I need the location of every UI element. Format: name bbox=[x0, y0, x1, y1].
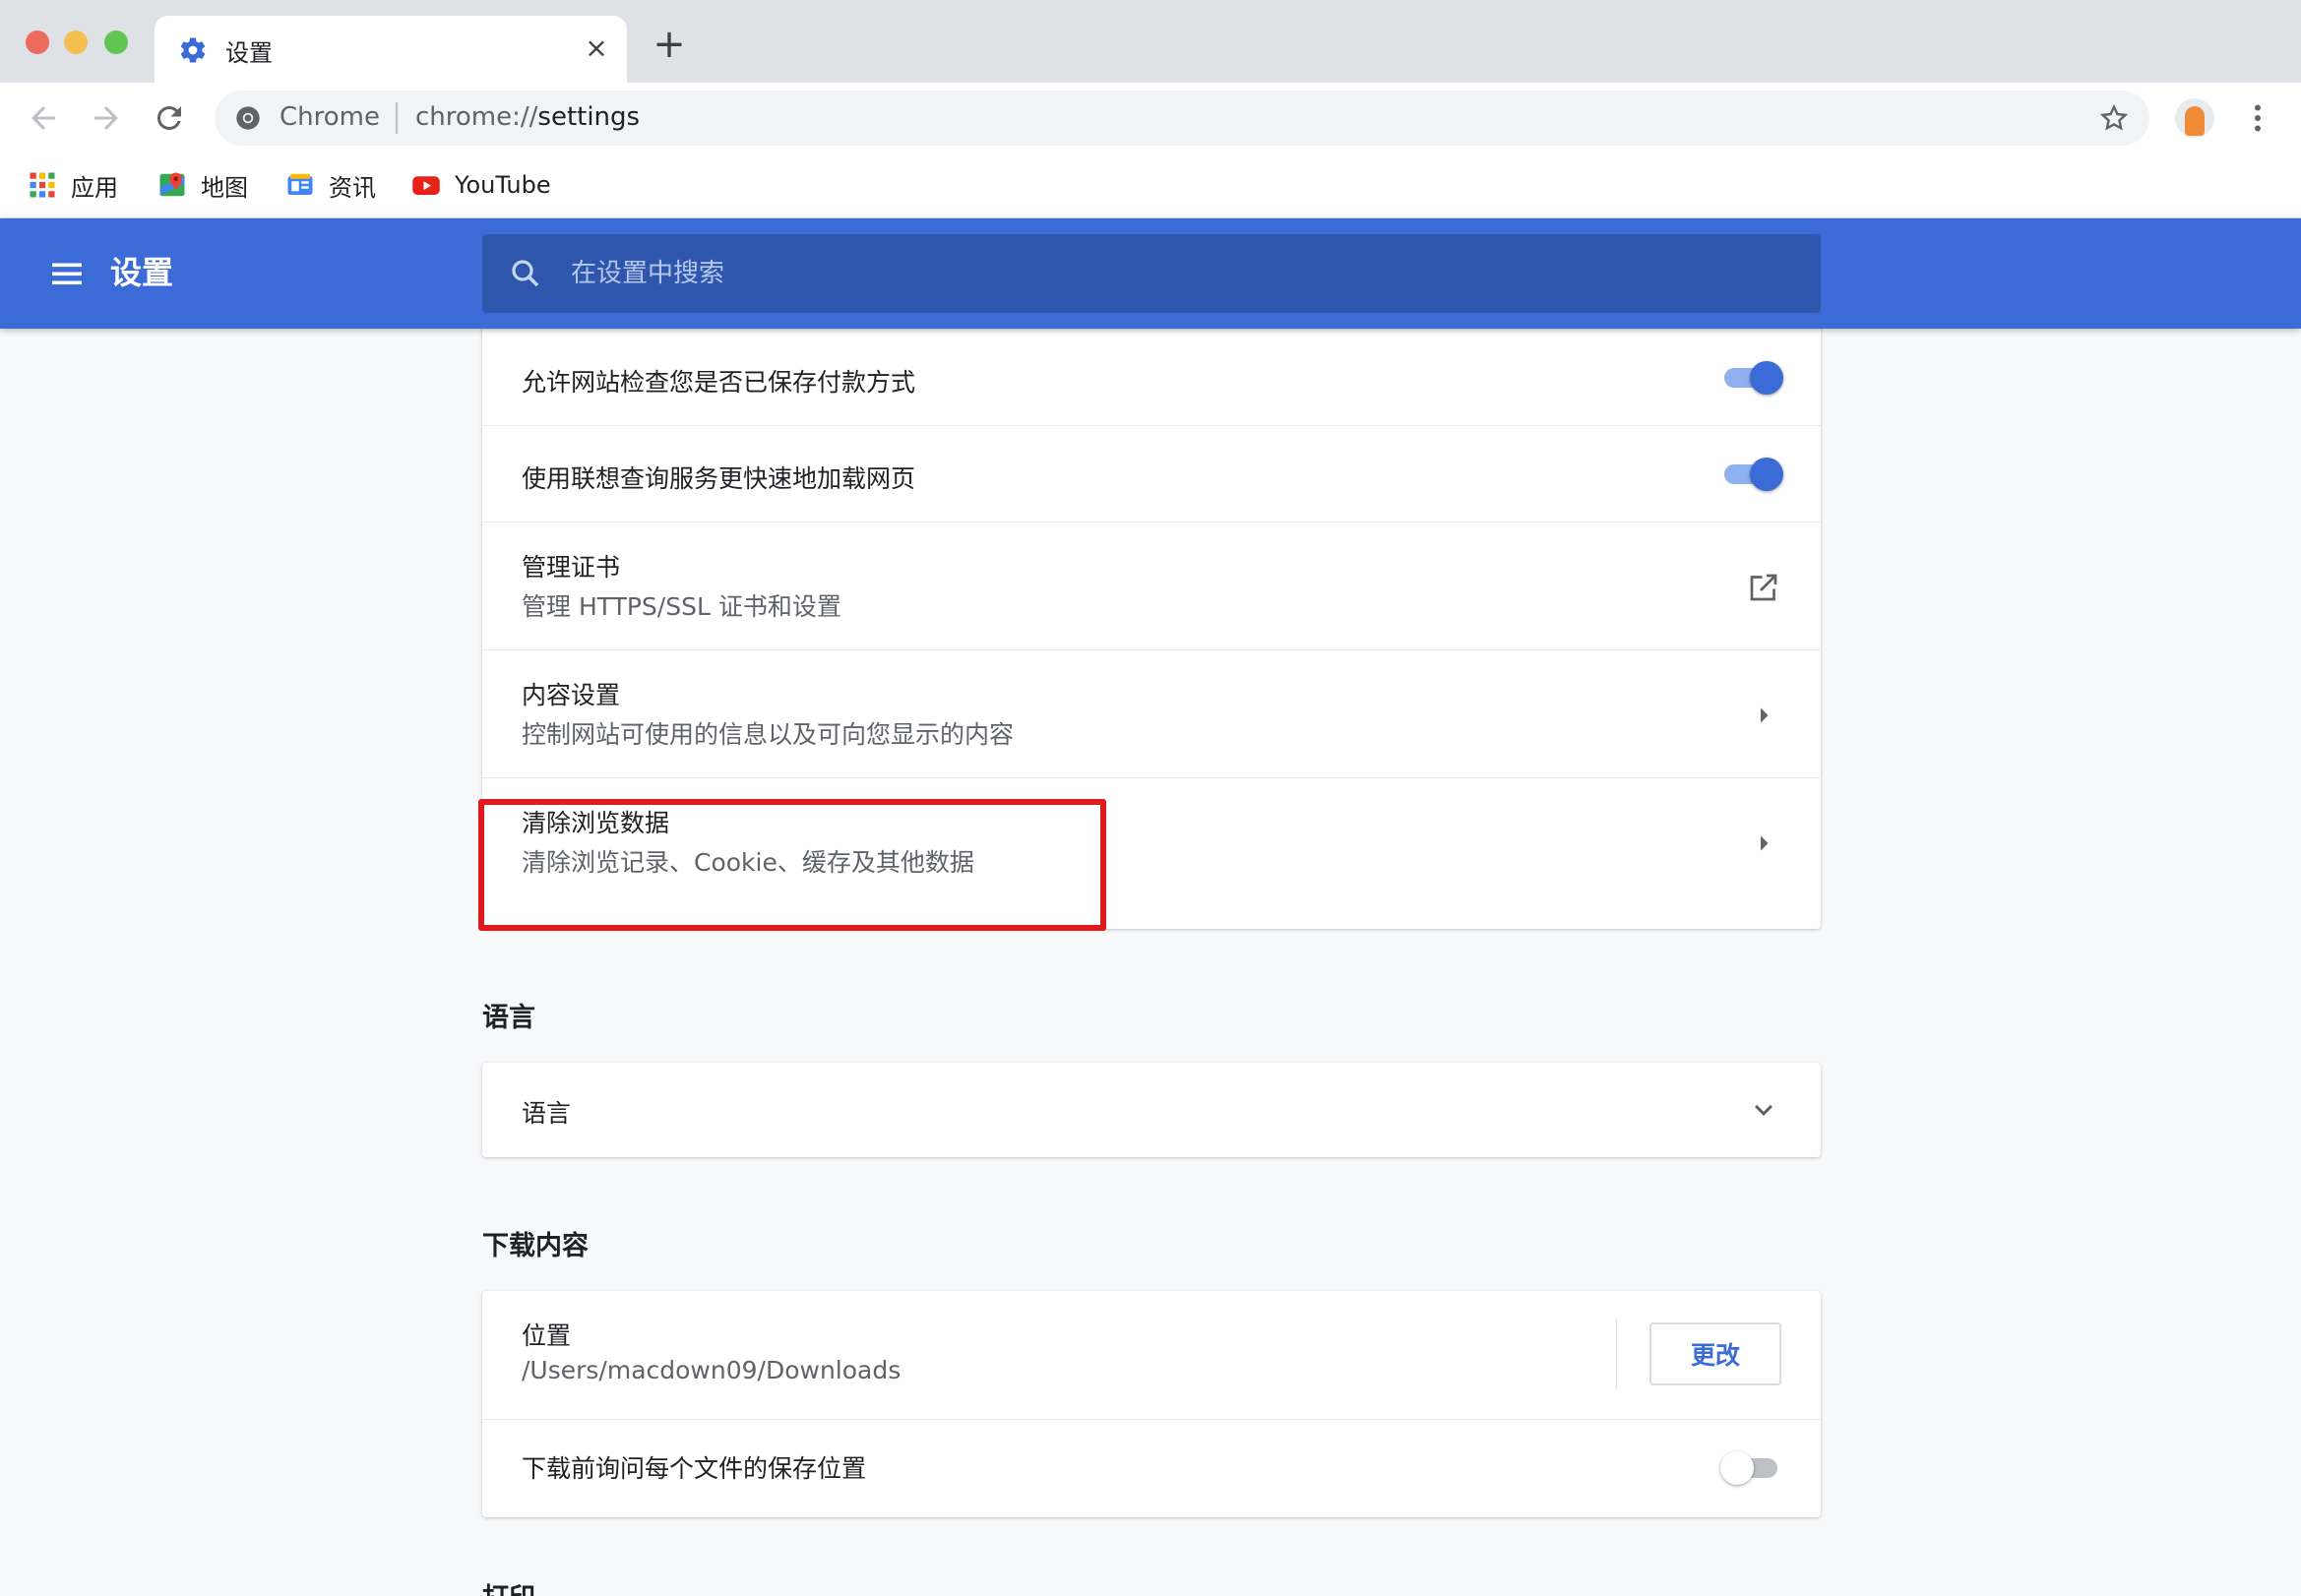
bookmark-label: 地图 bbox=[201, 173, 248, 202]
language-section-heading: 语言 bbox=[482, 1003, 535, 1033]
tab-title: 设置 bbox=[225, 39, 273, 67]
row-subtitle: 控制网站可使用的信息以及可向您显示的内容 bbox=[522, 720, 1015, 749]
bookmark-star-icon[interactable] bbox=[2098, 102, 2130, 134]
reload-button[interactable] bbox=[152, 100, 187, 136]
page-title: 设置 bbox=[110, 254, 174, 291]
profile-avatar[interactable] bbox=[2175, 98, 2214, 138]
location-label: 位置 bbox=[522, 1321, 572, 1350]
row-title: 下载前询问每个文件的保存位置 bbox=[522, 1454, 867, 1483]
browser-window: 设置 × + Chrome chrome://settings 应用 地图 资讯… bbox=[0, 0, 2301, 1596]
external-link-icon[interactable] bbox=[1746, 570, 1781, 605]
manage-certificates-row[interactable]: 管理证书 管理 HTTPS/SSL 证书和设置 bbox=[482, 522, 1821, 649]
bookmarks-bar: 应用 地图 资讯 YouTube bbox=[0, 153, 2301, 218]
arrow-right-icon[interactable] bbox=[1746, 698, 1781, 733]
back-button[interactable] bbox=[26, 100, 61, 136]
row-title: 内容设置 bbox=[522, 681, 621, 709]
bookmark-maps[interactable]: 地图 bbox=[157, 165, 248, 205]
chevron-down-icon[interactable] bbox=[1746, 1092, 1781, 1128]
omnibox-url: chrome://settings bbox=[415, 102, 640, 132]
more-menu-icon[interactable] bbox=[2240, 100, 2275, 136]
privacy-card: 允许网站检查您是否已保存付款方式 使用联想查询服务更快速地加载网页 管理证书 管… bbox=[482, 329, 1821, 929]
print-section-heading: 打印 bbox=[482, 1576, 535, 1596]
address-bar[interactable]: Chrome chrome://settings bbox=[215, 91, 2149, 146]
arrow-left-icon bbox=[31, 106, 55, 130]
bookmark-label: 资讯 bbox=[329, 173, 376, 202]
payment-methods-toggle[interactable] bbox=[1720, 359, 1783, 395]
clear-browsing-data-row[interactable]: 清除浏览数据 清除浏览记录、Cookie、缓存及其他数据 bbox=[482, 777, 1821, 905]
search-icon bbox=[512, 260, 539, 287]
url-prefix: chrome:// bbox=[415, 102, 538, 132]
ask-save-location-row[interactable]: 下载前询问每个文件的保存位置 bbox=[482, 1419, 1821, 1517]
ask-save-location-toggle[interactable] bbox=[1720, 1449, 1783, 1485]
row-title: 管理证书 bbox=[522, 553, 621, 582]
browser-toolbar: Chrome chrome://settings bbox=[0, 83, 2301, 153]
url-host: settings bbox=[537, 102, 641, 132]
row-title: 清除浏览数据 bbox=[522, 809, 670, 837]
bookmark-youtube[interactable]: YouTube bbox=[411, 165, 551, 205]
settings-search-box[interactable] bbox=[482, 234, 1821, 313]
tab-close-icon[interactable]: × bbox=[582, 33, 611, 63]
prediction-service-row[interactable]: 使用联想查询服务更快速地加载网页 bbox=[482, 425, 1821, 522]
bookmark-apps[interactable]: 应用 bbox=[28, 165, 118, 205]
omnibox-separator bbox=[396, 102, 398, 134]
avatar-head bbox=[2185, 106, 2205, 136]
row-title: 使用联想查询服务更快速地加载网页 bbox=[522, 464, 916, 493]
settings-search-input[interactable] bbox=[571, 234, 1791, 313]
content-settings-row[interactable]: 内容设置 控制网站可使用的信息以及可向您显示的内容 bbox=[482, 649, 1821, 777]
hamburger-menu-icon[interactable] bbox=[49, 256, 85, 291]
forward-button[interactable] bbox=[89, 100, 124, 136]
chrome-site-icon bbox=[236, 106, 260, 130]
bookmark-news[interactable]: 资讯 bbox=[285, 165, 376, 205]
minimize-window-button[interactable] bbox=[64, 31, 88, 54]
omnibox-chrome-label: Chrome bbox=[280, 102, 380, 132]
change-location-button[interactable]: 更改 bbox=[1649, 1322, 1781, 1385]
apps-grid-icon bbox=[30, 172, 55, 198]
news-icon bbox=[287, 173, 313, 195]
row-title: 允许网站检查您是否已保存付款方式 bbox=[522, 368, 916, 397]
payment-methods-row[interactable]: 允许网站检查您是否已保存付款方式 bbox=[482, 329, 1821, 425]
bookmark-label: 应用 bbox=[71, 173, 118, 202]
downloads-card: 位置 /Users/macdown09/Downloads 更改 下载前询问每个… bbox=[482, 1291, 1821, 1517]
divider bbox=[1616, 1319, 1617, 1389]
prediction-service-toggle[interactable] bbox=[1720, 456, 1783, 491]
arrow-right-icon[interactable] bbox=[1746, 826, 1781, 861]
downloads-section-heading: 下载内容 bbox=[482, 1231, 589, 1261]
row-subtitle: 管理 HTTPS/SSL 证书和设置 bbox=[522, 592, 841, 621]
settings-header: 设置 bbox=[0, 218, 2301, 329]
youtube-icon bbox=[412, 176, 440, 195]
tab-strip: 设置 × + bbox=[0, 0, 2301, 83]
settings-content: 允许网站检查您是否已保存付款方式 使用联想查询服务更快速地加载网页 管理证书 管… bbox=[0, 329, 2301, 1596]
reload-icon bbox=[156, 105, 181, 130]
zoom-window-button[interactable] bbox=[104, 31, 128, 54]
gear-icon bbox=[180, 37, 206, 63]
tab-settings[interactable]: 设置 × bbox=[155, 16, 627, 83]
language-row-label: 语言 bbox=[522, 1099, 572, 1128]
language-card[interactable]: 语言 bbox=[482, 1063, 1821, 1157]
row-subtitle: 清除浏览记录、Cookie、缓存及其他数据 bbox=[522, 848, 974, 877]
arrow-right-icon bbox=[94, 106, 118, 130]
new-tab-button[interactable]: + bbox=[652, 25, 687, 64]
download-location-path: /Users/macdown09/Downloads bbox=[522, 1356, 902, 1384]
maps-icon bbox=[159, 172, 185, 197]
bookmark-label: YouTube bbox=[455, 171, 551, 199]
close-window-button[interactable] bbox=[26, 31, 49, 54]
